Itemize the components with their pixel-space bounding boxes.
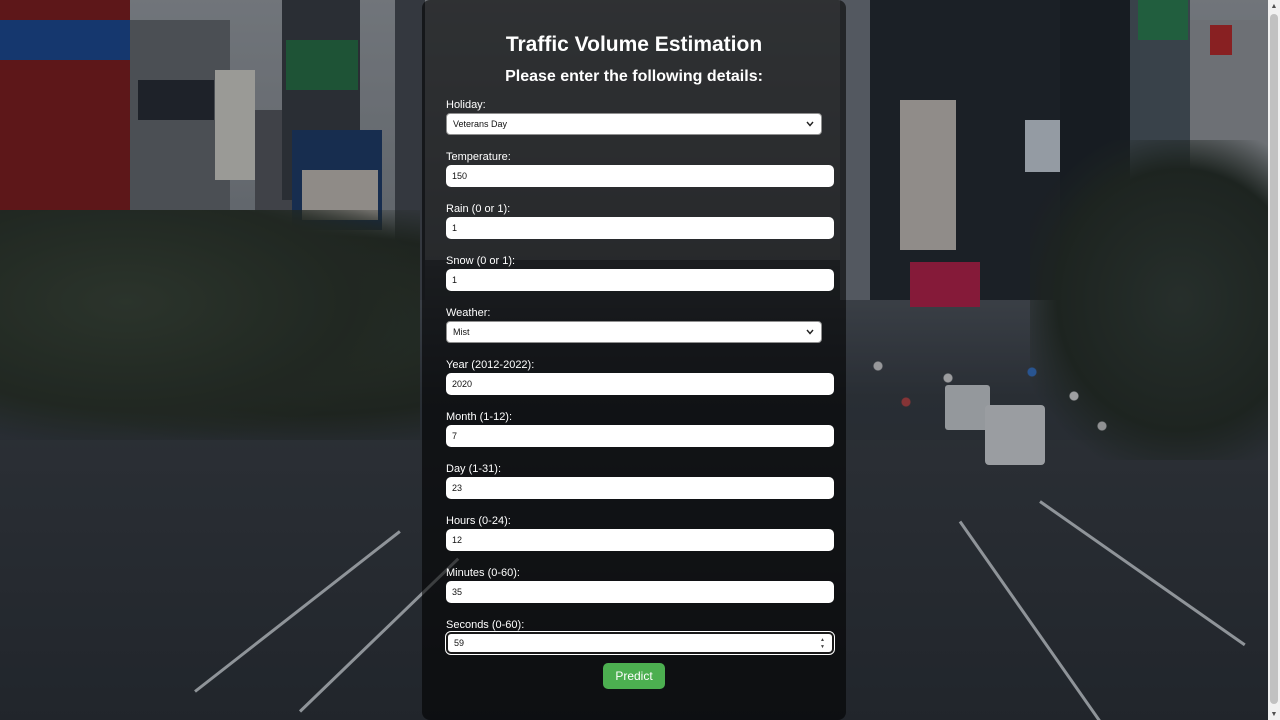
day-label: Day (1-31): (446, 463, 502, 475)
holiday-label: Holiday: (446, 99, 486, 111)
page-scrollbar[interactable]: ▲ ▼ (1268, 0, 1280, 720)
month-label: Month (1-12): (446, 411, 513, 423)
spin-down-icon[interactable]: ▼ (819, 645, 826, 650)
holiday-select[interactable]: Veterans Day (446, 113, 822, 135)
seconds-input-value: 59 (454, 638, 465, 648)
page-title: Traffic Volume Estimation (505, 33, 763, 56)
year-label: Year (2012-2022): (446, 359, 535, 371)
form-panel: Traffic Volume Estimation Please enter t… (422, 0, 846, 720)
temperature-label: Temperature: (446, 151, 511, 163)
form-subtitle: Please enter the following details: (505, 68, 763, 85)
spinner-icon[interactable]: ▲ ▼ (819, 638, 826, 650)
snow-label: Snow (0 or 1): (446, 255, 516, 267)
rain-label: Rain (0 or 1): (446, 203, 511, 215)
snow-input[interactable]: 1 (446, 269, 834, 291)
weather-select[interactable]: Mist (446, 321, 822, 343)
minutes-input[interactable]: 35 (446, 581, 834, 603)
month-input[interactable]: 7 (446, 425, 834, 447)
chevron-down-icon (805, 119, 815, 129)
chevron-down-icon (805, 327, 815, 337)
seconds-label: Seconds (0-60): (446, 619, 525, 631)
year-input[interactable]: 2020 (446, 373, 834, 395)
weather-label: Weather: (446, 307, 491, 319)
scroll-thumb[interactable] (1270, 14, 1278, 704)
rain-input[interactable]: 1 (446, 217, 834, 239)
spin-up-icon[interactable]: ▲ (819, 638, 826, 643)
temperature-input[interactable]: 150 (446, 165, 834, 187)
holiday-select-value: Veterans Day (453, 119, 508, 129)
minutes-label: Minutes (0-60): (446, 567, 520, 579)
hours-input[interactable]: 12 (446, 529, 834, 551)
seconds-input[interactable]: 59 ▲ ▼ (445, 631, 835, 655)
scroll-down-icon[interactable]: ▼ (1268, 708, 1280, 720)
weather-select-value: Mist (453, 327, 470, 337)
hours-label: Hours (0-24): (446, 515, 511, 527)
predict-button[interactable]: Predict (603, 663, 665, 689)
day-input[interactable]: 23 (446, 477, 834, 499)
scroll-up-icon[interactable]: ▲ (1268, 0, 1280, 12)
